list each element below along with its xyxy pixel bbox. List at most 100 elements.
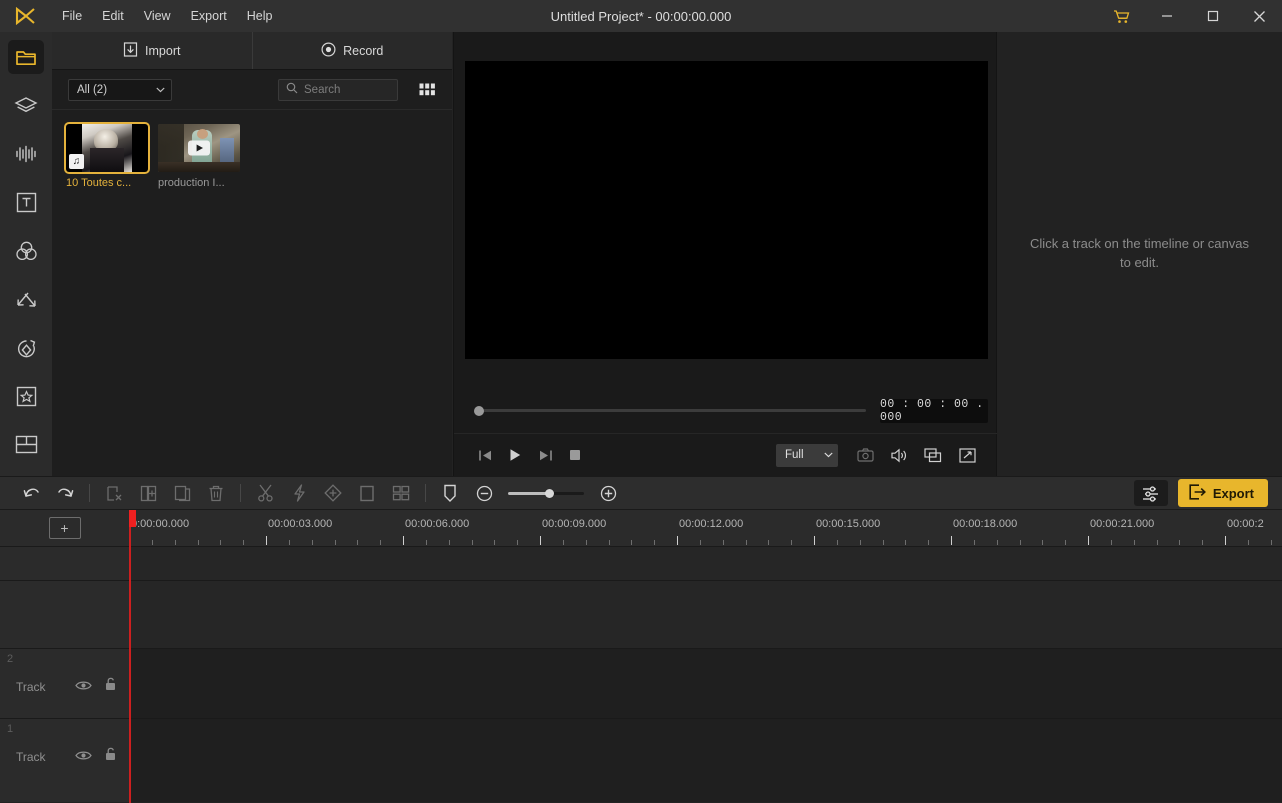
- project-settings-button[interactable]: [1133, 480, 1168, 506]
- sidebar-item-animation[interactable]: [8, 331, 44, 365]
- sidebar-item-templates[interactable]: [8, 379, 44, 413]
- play-button[interactable]: [500, 442, 530, 468]
- menu-view[interactable]: View: [134, 5, 181, 27]
- timeline-empty-row[interactable]: [0, 581, 1282, 649]
- menu-help[interactable]: Help: [237, 5, 283, 27]
- shopping-cart-icon[interactable]: [1098, 0, 1144, 32]
- track-icon-group: [75, 677, 117, 696]
- track-header[interactable]: 2 Track: [0, 649, 129, 718]
- grid-view-icon[interactable]: [414, 78, 440, 102]
- ruler-tick-minor: [426, 540, 427, 545]
- media-filter-dropdown[interactable]: All (2): [68, 78, 172, 101]
- media-item-audio[interactable]: ♫ 10 Toutes c...: [66, 124, 148, 189]
- timeline-zoom-slider[interactable]: [508, 488, 584, 498]
- timeline-lane[interactable]: [129, 719, 1282, 802]
- ruler-tick-minor: [1157, 540, 1158, 545]
- next-frame-button[interactable]: [530, 442, 560, 468]
- track-name: Track: [16, 679, 46, 694]
- title-bar: File Edit View Export Help Untitled Proj…: [0, 0, 1282, 32]
- mosaic-button[interactable]: [384, 480, 418, 506]
- timeline-header-corner: +: [0, 510, 129, 547]
- timeline-ruler[interactable]: 0:00:00.000 00:00:03.000 00:00:06.000 00:00…: [129, 510, 1282, 547]
- pip-button[interactable]: [918, 442, 948, 468]
- tab-import[interactable]: Import: [52, 32, 253, 69]
- duplicate-add-button[interactable]: [131, 480, 165, 506]
- track-number: 1: [7, 723, 14, 735]
- playback-controls: Full: [454, 434, 998, 476]
- unlock-icon[interactable]: [104, 677, 117, 696]
- ruler-tick-minor: [563, 540, 564, 545]
- track-row-2[interactable]: 2 Track: [0, 649, 1282, 719]
- copy-button[interactable]: [165, 480, 199, 506]
- keyframe-button[interactable]: [316, 480, 350, 506]
- maximize-icon[interactable]: [1190, 0, 1236, 32]
- menu-export[interactable]: Export: [181, 5, 237, 27]
- ruler-tick-minor: [1248, 540, 1249, 545]
- track-row-1[interactable]: 1 Track: [0, 719, 1282, 802]
- zoom-in-button[interactable]: [591, 480, 625, 506]
- quality-value: Full: [785, 449, 804, 461]
- timeline-row-header: [0, 581, 129, 648]
- sidebar-item-transitions[interactable]: [8, 282, 44, 316]
- media-filter-bar: All (2): [52, 70, 452, 110]
- crop-scissors-icon: [106, 485, 121, 501]
- menu-file[interactable]: File: [52, 5, 92, 27]
- delete-button[interactable]: [199, 480, 233, 506]
- ruler-tick-minor: [198, 540, 199, 545]
- preview-canvas[interactable]: [464, 61, 988, 359]
- speed-button[interactable]: [282, 480, 316, 506]
- sidebar-item-split-screen[interactable]: [8, 428, 44, 462]
- undo-button[interactable]: [14, 480, 48, 506]
- media-item-label: production I...: [158, 177, 225, 189]
- playhead[interactable]: [129, 510, 136, 803]
- add-track-button[interactable]: +: [48, 517, 81, 539]
- sidebar-item-stickers[interactable]: [8, 88, 44, 122]
- redo-button[interactable]: [48, 480, 82, 506]
- toolbar-divider: [425, 484, 426, 502]
- crop-cut-button[interactable]: [97, 480, 131, 506]
- track-number: 2: [7, 653, 14, 665]
- split-button[interactable]: [248, 480, 282, 506]
- quality-dropdown[interactable]: Full: [776, 443, 838, 467]
- timeline-lane[interactable]: [129, 547, 1282, 580]
- sidebar-item-filters[interactable]: [8, 234, 44, 268]
- ruler-tick-minor: [723, 540, 724, 545]
- fullscreen-button[interactable]: [952, 442, 982, 468]
- timeline-lane[interactable]: [129, 649, 1282, 718]
- crop-button[interactable]: [350, 480, 384, 506]
- stop-button[interactable]: [560, 442, 590, 468]
- ruler-tick-minor: [631, 540, 632, 545]
- timeline-toolbar: Export: [0, 476, 1282, 510]
- timeline-marker-row[interactable]: [0, 547, 1282, 581]
- eye-icon[interactable]: [75, 678, 92, 696]
- sidebar-item-audio[interactable]: [8, 137, 44, 171]
- zoom-slider-handle[interactable]: [545, 488, 555, 498]
- tab-record[interactable]: Record: [253, 32, 453, 69]
- seek-handle[interactable]: [474, 405, 484, 416]
- eye-icon[interactable]: [75, 748, 92, 766]
- media-item-video[interactable]: production I...: [158, 124, 240, 189]
- minimize-icon[interactable]: [1144, 0, 1190, 32]
- menu-edit[interactable]: Edit: [92, 5, 134, 27]
- previous-frame-button[interactable]: [470, 442, 500, 468]
- search-input[interactable]: [304, 83, 390, 96]
- folder-icon: [16, 51, 36, 66]
- unlock-icon[interactable]: [104, 747, 117, 766]
- snapshot-button[interactable]: [850, 442, 880, 468]
- close-icon[interactable]: [1236, 0, 1282, 32]
- track-header[interactable]: 1 Track: [0, 719, 129, 802]
- marker-button[interactable]: [433, 480, 467, 506]
- timeline-lane[interactable]: [129, 581, 1282, 648]
- volume-button[interactable]: [884, 442, 914, 468]
- tool-rail: [0, 32, 52, 476]
- sidebar-item-text[interactable]: [8, 185, 44, 219]
- playhead-handle[interactable]: [129, 510, 136, 527]
- ruler-tick-minor: [449, 540, 450, 545]
- seek-slider[interactable]: [474, 405, 866, 416]
- search-box[interactable]: [278, 78, 398, 101]
- export-button[interactable]: Export: [1177, 479, 1268, 507]
- ruler-label: 00:00:21.000: [1090, 518, 1155, 530]
- sidebar-item-media[interactable]: [8, 40, 44, 75]
- zoom-out-button[interactable]: [467, 480, 501, 506]
- trash-icon: [209, 485, 223, 501]
